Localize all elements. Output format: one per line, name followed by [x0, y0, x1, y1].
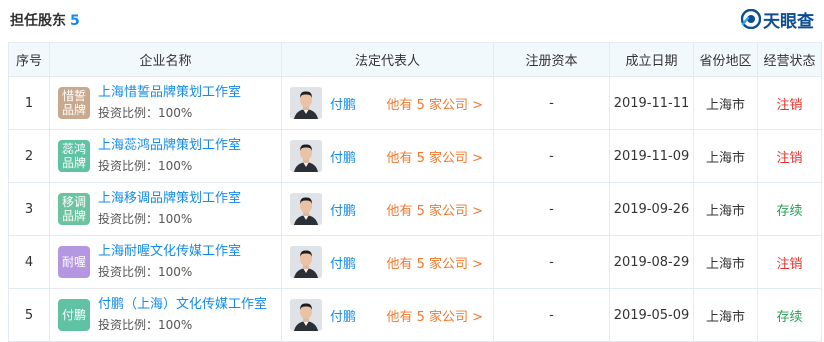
table-header-row: 序号 企业名称 法定代表人 注册资本 成立日期 省份地区 经营状态	[8, 42, 822, 77]
company-cell: 蕊鸿 品牌 上海蕊鸿品牌策划工作室 投资比例：100%	[49, 129, 282, 183]
established-date: 2019-05-09	[609, 288, 694, 342]
company-cell: 惜誓 品牌 上海惜誓品牌策划工作室 投资比例：100%	[49, 76, 282, 130]
legal-rep-cell: 付鹏 他有 5 家公司 >	[281, 129, 494, 183]
avatar[interactable]	[290, 193, 322, 225]
other-companies-link[interactable]: 他有 5 家公司 >	[386, 94, 483, 113]
company-name-link[interactable]: 上海耐喔文化传媒工作室	[98, 243, 241, 261]
region: 上海市	[693, 288, 758, 342]
registered-capital: -	[493, 129, 610, 183]
other-companies-link[interactable]: 他有 5 家公司 >	[386, 253, 483, 272]
company-logo-text: 耐喔	[61, 255, 86, 269]
table-row: 4 耐喔 上海耐喔文化传媒工作室 投资比例：100% 付鹏 他有 5 家公司 >	[8, 235, 822, 289]
registered-capital: -	[493, 235, 610, 289]
business-status: 存续	[757, 182, 822, 236]
row-index: 3	[8, 182, 50, 236]
table-body: 1 惜誓 品牌 上海惜誓品牌策划工作室 投资比例：100% 付鹏 他有 5 家公…	[8, 76, 822, 342]
header-col-region: 省份地区	[693, 42, 758, 77]
shareholder-count: 5	[70, 13, 80, 29]
shareholder-table: 序号 企业名称 法定代表人 注册资本 成立日期 省份地区 经营状态 1 惜誓 品牌 上海惜誓…	[8, 42, 822, 342]
company-name-link[interactable]: 上海蕊鸿品牌策划工作室	[98, 137, 241, 155]
header-col-date: 成立日期	[609, 42, 694, 77]
company-logo[interactable]: 惜誓 品牌	[58, 87, 90, 119]
header-col-status: 经营状态	[757, 42, 822, 77]
legal-rep-name-link[interactable]: 付鹏	[330, 200, 356, 219]
investment-ratio: 投资比例：100%	[98, 212, 193, 226]
avatar[interactable]	[290, 246, 322, 278]
legal-rep-name-link[interactable]: 付鹏	[330, 306, 356, 325]
table-row: 3 移调 品牌 上海移调品牌策划工作室 投资比例：100% 付鹏 他有 5 家公…	[8, 182, 822, 236]
region: 上海市	[693, 76, 758, 130]
legal-rep-cell: 付鹏 他有 5 家公司 >	[281, 235, 494, 289]
header-col-legal: 法定代表人	[281, 42, 494, 77]
eye-logo-icon	[741, 9, 761, 29]
legal-rep-cell: 付鹏 他有 5 家公司 >	[281, 76, 494, 130]
company-name-link[interactable]: 付鹏（上海）文化传媒工作室	[98, 296, 267, 314]
table-row: 1 惜誓 品牌 上海惜誓品牌策划工作室 投资比例：100% 付鹏 他有 5 家公…	[8, 76, 822, 130]
legal-rep-name-link[interactable]: 付鹏	[330, 94, 356, 113]
established-date: 2019-08-29	[609, 235, 694, 289]
other-companies-link[interactable]: 他有 5 家公司 >	[386, 147, 483, 166]
table-row: 2 蕊鸿 品牌 上海蕊鸿品牌策划工作室 投资比例：100% 付鹏 他有 5 家公…	[8, 129, 822, 183]
company-logo-text: 移调 品牌	[61, 195, 86, 223]
table-row: 5 付鹏 付鹏（上海）文化传媒工作室 投资比例：100% 付鹏 他有 5 家公司…	[8, 288, 822, 342]
legal-rep-cell: 付鹏 他有 5 家公司 >	[281, 288, 494, 342]
business-status: 存续	[757, 288, 822, 342]
company-logo[interactable]: 付鹏	[58, 299, 90, 331]
header-col-company: 企业名称	[49, 42, 282, 77]
section-header: 担任股东 5 天眼查	[0, 0, 824, 40]
header-col-capital: 注册资本	[493, 42, 610, 77]
established-date: 2019-11-11	[609, 76, 694, 130]
investment-ratio: 投资比例：100%	[98, 265, 193, 279]
legal-rep-name-link[interactable]: 付鹏	[330, 253, 356, 272]
row-index: 1	[8, 76, 50, 130]
established-date: 2019-09-26	[609, 182, 694, 236]
company-logo[interactable]: 耐喔	[58, 246, 90, 278]
business-status: 注销	[757, 235, 822, 289]
registered-capital: -	[493, 76, 610, 130]
other-companies-link[interactable]: 他有 5 家公司 >	[386, 306, 483, 325]
section-title: 担任股东 5	[10, 10, 80, 30]
company-name-link[interactable]: 上海移调品牌策划工作室	[98, 190, 241, 208]
company-logo-text: 惜誓 品牌	[61, 89, 86, 117]
region: 上海市	[693, 235, 758, 289]
header-col-index: 序号	[8, 42, 50, 77]
established-date: 2019-11-09	[609, 129, 694, 183]
legal-rep-name-link[interactable]: 付鹏	[330, 147, 356, 166]
tianyancha-logo[interactable]: 天眼查	[741, 8, 814, 32]
company-logo[interactable]: 蕊鸿 品牌	[58, 140, 90, 172]
legal-rep-cell: 付鹏 他有 5 家公司 >	[281, 182, 494, 236]
company-logo-text: 蕊鸿 品牌	[61, 142, 86, 170]
region: 上海市	[693, 182, 758, 236]
company-name-link[interactable]: 上海惜誓品牌策划工作室	[98, 84, 241, 102]
avatar[interactable]	[290, 299, 322, 331]
row-index: 2	[8, 129, 50, 183]
avatar[interactable]	[290, 87, 322, 119]
company-cell: 付鹏 付鹏（上海）文化传媒工作室 投资比例：100%	[49, 288, 282, 342]
other-companies-link[interactable]: 他有 5 家公司 >	[386, 200, 483, 219]
logo-text: 天眼查	[763, 11, 814, 32]
company-cell: 移调 品牌 上海移调品牌策划工作室 投资比例：100%	[49, 182, 282, 236]
investment-ratio: 投资比例：100%	[98, 159, 193, 173]
row-index: 5	[8, 288, 50, 342]
investment-ratio: 投资比例：100%	[98, 318, 193, 332]
region: 上海市	[693, 129, 758, 183]
row-index: 4	[8, 235, 50, 289]
registered-capital: -	[493, 182, 610, 236]
company-cell: 耐喔 上海耐喔文化传媒工作室 投资比例：100%	[49, 235, 282, 289]
business-status: 注销	[757, 129, 822, 183]
business-status: 注销	[757, 76, 822, 130]
company-logo[interactable]: 移调 品牌	[58, 193, 90, 225]
section-title-label: 担任股东	[10, 13, 66, 29]
investment-ratio: 投资比例：100%	[98, 106, 193, 120]
registered-capital: -	[493, 288, 610, 342]
avatar[interactable]	[290, 140, 322, 172]
company-logo-text: 付鹏	[61, 308, 86, 322]
